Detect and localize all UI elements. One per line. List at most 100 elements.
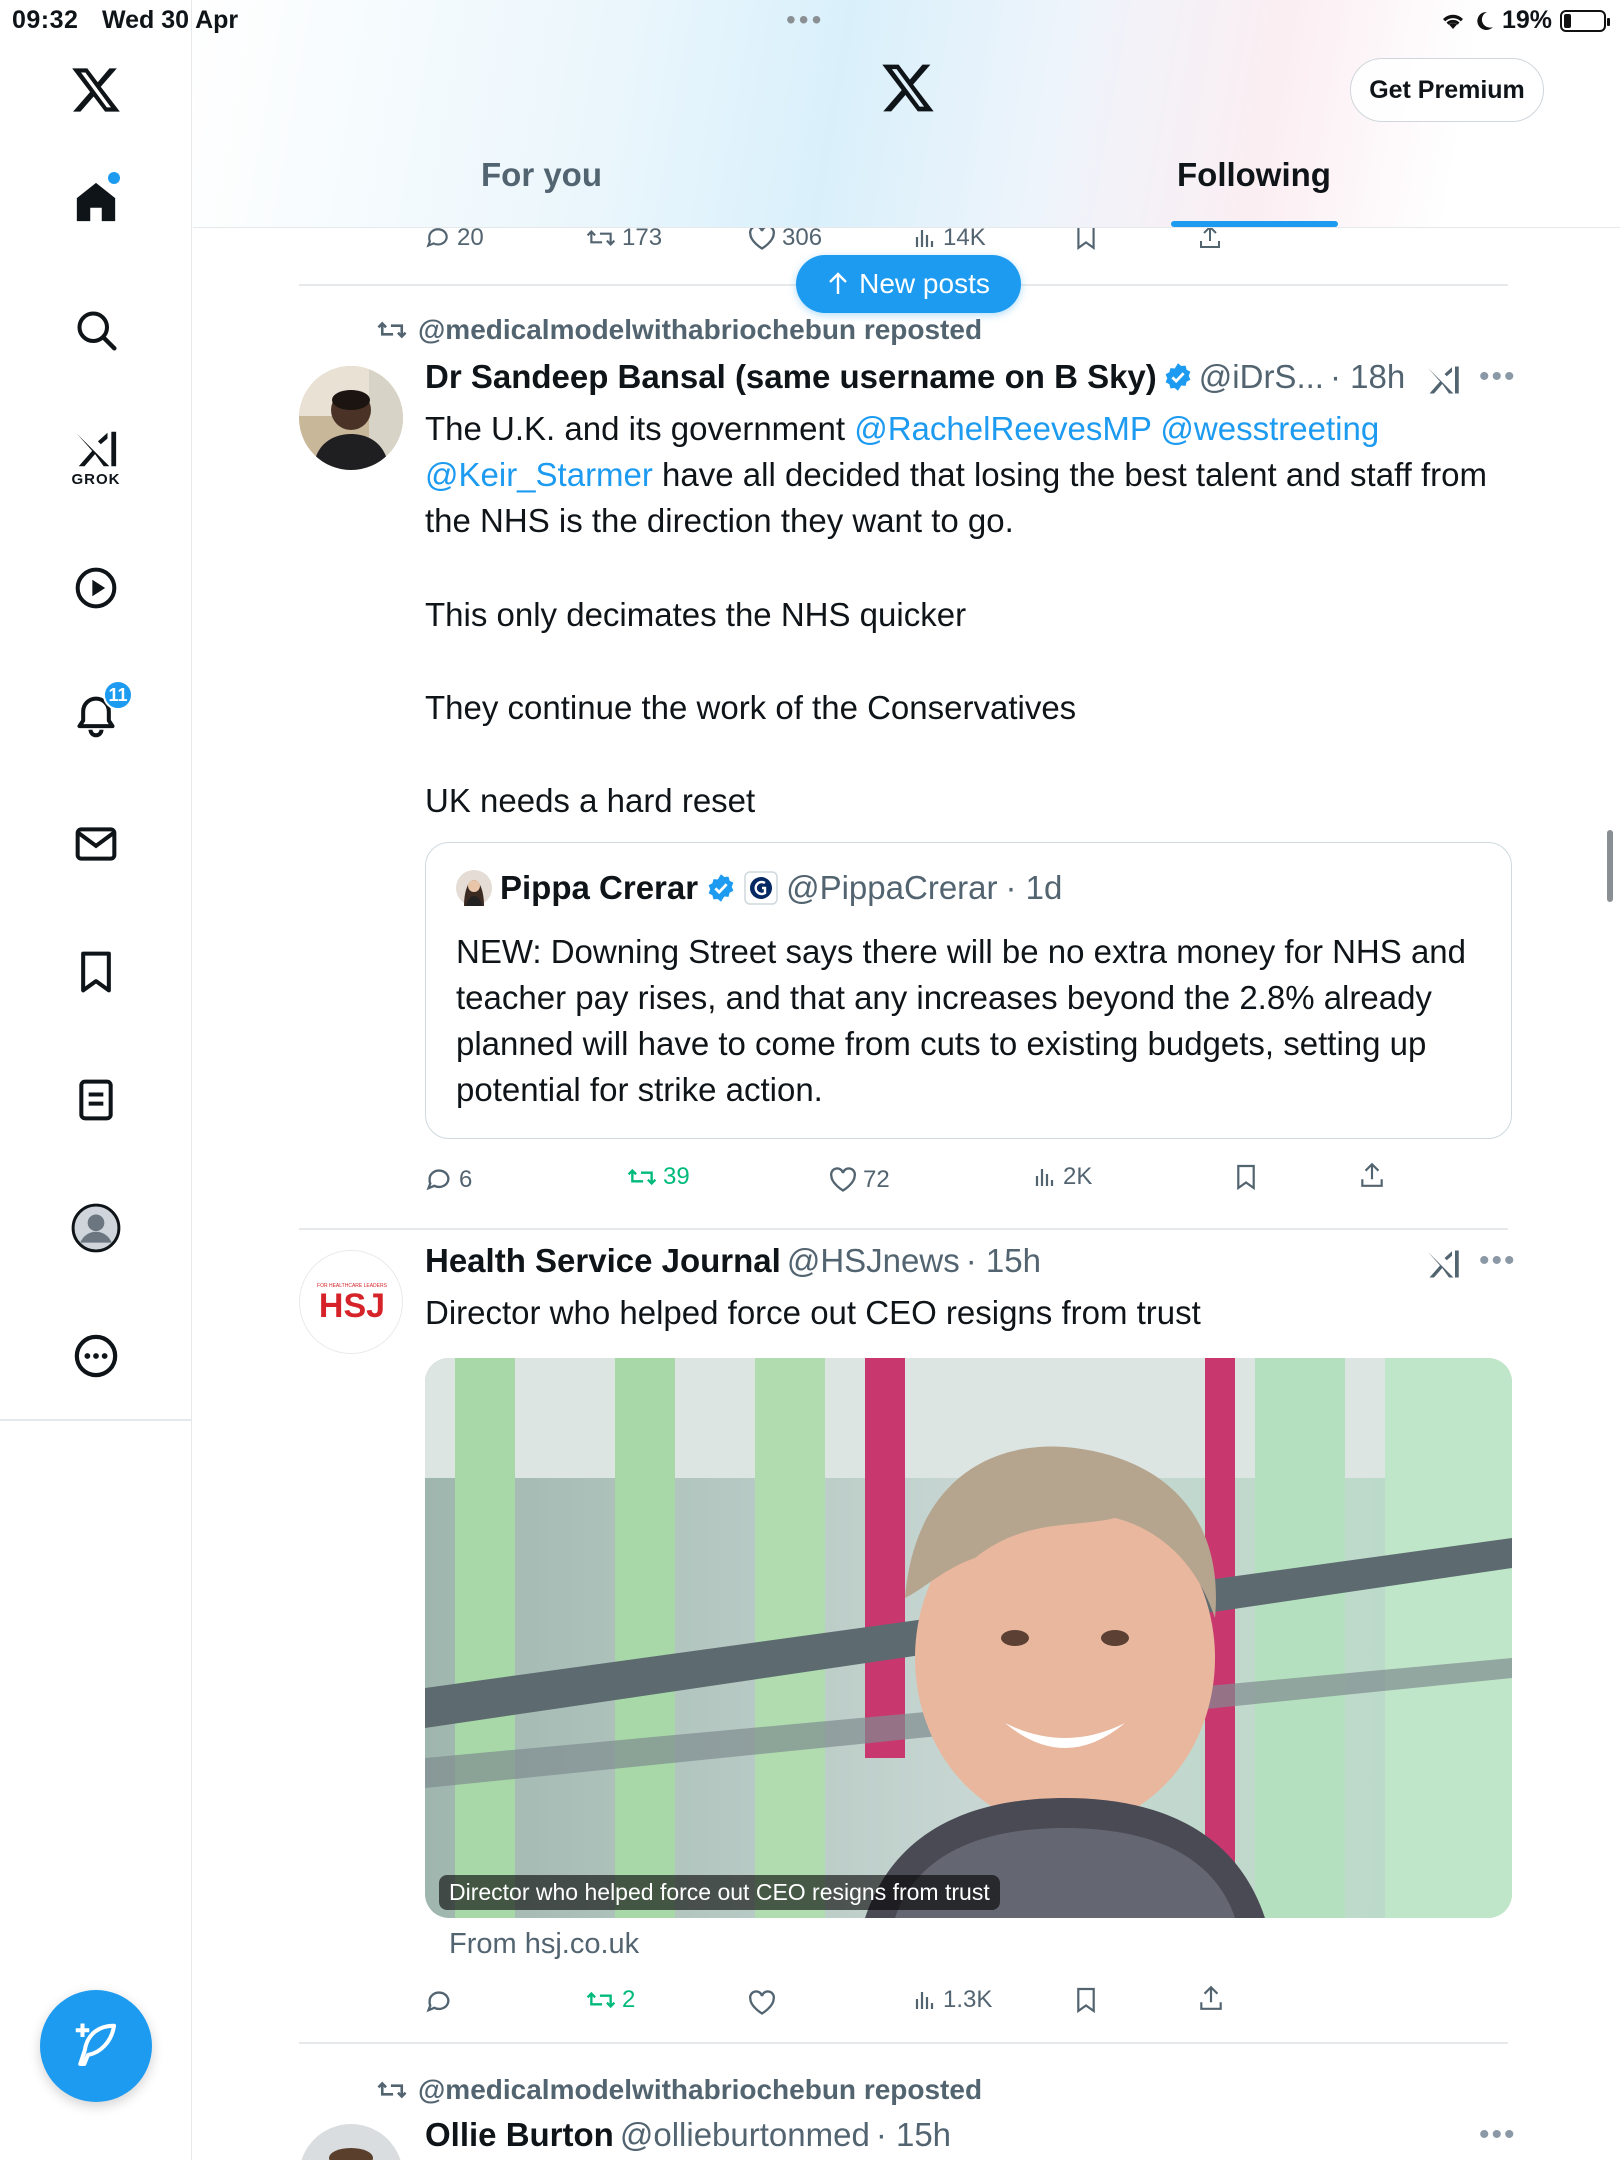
reply-icon [426, 1991, 450, 2013]
repost-count: 173 [622, 228, 663, 251]
repost-button[interactable]: 2 [586, 1986, 635, 2014]
video-icon[interactable] [56, 548, 136, 628]
post-text-part: The U.K. and its government [425, 410, 855, 447]
like-icon [749, 1990, 775, 2015]
quoted-post-time[interactable]: · 1d [1006, 869, 1063, 907]
reply-icon [426, 1169, 450, 1191]
post-time[interactable]: · 15h [966, 1242, 1041, 1280]
moon-icon [1477, 11, 1493, 30]
lists-icon[interactable] [56, 1060, 136, 1140]
compose-button[interactable] [40, 1990, 152, 2102]
avatar[interactable]: FOR HEALTHCARE LEADERS HSJ [299, 1250, 403, 1354]
views-icon [915, 230, 934, 247]
status-date: Wed 30 Apr [102, 6, 239, 34]
home-icon[interactable] [56, 162, 136, 242]
messages-icon[interactable] [56, 804, 136, 884]
quoted-post[interactable]: Pippa Crerar @PippaCrerar · 1d NEW: Down… [425, 842, 1512, 1139]
mention-link[interactable]: @RachelReevesMP [854, 410, 1151, 447]
sidebar-divider [0, 1419, 192, 1421]
quoted-author-name[interactable]: Pippa Crerar [500, 869, 698, 907]
tab-following[interactable]: Following [1177, 156, 1331, 194]
more-options-icon[interactable]: ••• [1479, 2118, 1517, 2152]
post-author-line: Dr Sandeep Bansal (same username on B Sk… [425, 358, 1405, 396]
search-icon[interactable] [56, 290, 136, 370]
link-source[interactable]: From hsj.co.uk [449, 1928, 639, 1961]
more-options-icon[interactable]: ••• [1479, 1244, 1517, 1278]
avatar[interactable] [299, 366, 403, 470]
reply-button[interactable]: 6 [425, 1166, 472, 1194]
mention-link[interactable]: @wesstreeting [1160, 410, 1379, 447]
views-button[interactable]: 14K [913, 228, 986, 252]
reposted-by-label: @medicalmodelwithabriochebun reposted [418, 314, 983, 345]
notifications-badge: 11 [103, 680, 133, 710]
reposted-by-label: @medicalmodelwithabriochebun reposted [418, 2074, 983, 2105]
reply-button[interactable] [425, 1988, 453, 2016]
bookmark-button[interactable] [1075, 1986, 1097, 2014]
views-button[interactable]: 2K [1033, 1163, 1092, 1191]
bookmark-button[interactable] [1235, 1163, 1257, 1191]
tab-for-you[interactable]: For you [481, 156, 602, 194]
scrollbar-thumb[interactable] [1607, 830, 1613, 902]
post-body: The U.K. and its government @RachelReeve… [425, 406, 1505, 544]
like-button[interactable]: 72 [829, 1166, 890, 1194]
avatar[interactable] [299, 2124, 403, 2160]
quoted-post-text: NEW: Downing Street says there will be n… [456, 933, 1466, 1108]
post-time[interactable]: · 18h [1330, 358, 1405, 396]
grok-explain-icon[interactable] [1425, 364, 1461, 401]
timeline[interactable]: 20 173 306 14K New posts @medicalmodelwi… [193, 228, 1620, 2160]
author-handle[interactable]: @ollieburtonmed [620, 2116, 870, 2154]
like-button[interactable] [748, 1990, 776, 2016]
x-logo-icon[interactable] [56, 50, 136, 130]
post-time[interactable]: · 15h [876, 2116, 951, 2154]
new-posts-label: New posts [859, 268, 990, 299]
repost-context[interactable]: @medicalmodelwithabriochebun reposted [376, 314, 982, 346]
verified-badge-icon [708, 874, 734, 902]
notifications-icon[interactable]: 11 [56, 676, 136, 756]
repost-button[interactable]: 173 [586, 228, 662, 252]
active-tab-indicator [1171, 221, 1338, 227]
quoted-author-handle[interactable]: @PippaCrerar [786, 869, 997, 907]
reply-count: 6 [459, 1166, 473, 1193]
battery-fill [1564, 13, 1571, 28]
get-premium-button[interactable]: Get Premium [1350, 58, 1544, 122]
views-count: 1.3K [943, 1986, 993, 2013]
like-count: 306 [782, 228, 823, 251]
repost-button[interactable]: 39 [627, 1163, 690, 1191]
share-button[interactable] [1198, 1984, 1224, 2012]
profile-icon[interactable] [56, 1188, 136, 1268]
reply-button[interactable]: 20 [425, 228, 484, 252]
like-button[interactable]: 306 [748, 228, 822, 252]
author-name[interactable]: Ollie Burton [425, 2116, 614, 2154]
author-handle[interactable]: @iDrS... [1199, 358, 1324, 396]
more-icon[interactable] [56, 1316, 136, 1396]
home-unread-dot [108, 172, 120, 184]
post-body: Director who helped force out CEO resign… [425, 1294, 1201, 1331]
repost-icon [377, 321, 407, 339]
author-name[interactable]: Dr Sandeep Bansal (same username on B Sk… [425, 358, 1157, 396]
link-card-image[interactable]: Director who helped force out CEO resign… [425, 1358, 1512, 1918]
grok-explain-icon[interactable] [1425, 1248, 1461, 1285]
views-button[interactable]: 1.3K [913, 1986, 992, 2014]
grok-icon[interactable]: GROK [56, 418, 136, 498]
post-paragraph: UK needs a hard reset [425, 782, 756, 819]
author-handle[interactable]: @HSJnews [787, 1242, 960, 1280]
repost-count: 39 [663, 1163, 690, 1190]
avatar[interactable] [456, 870, 492, 906]
share-button[interactable] [1198, 228, 1222, 250]
more-options-icon[interactable]: ••• [1479, 360, 1517, 394]
views-icon [1035, 1169, 1054, 1186]
x-logo-icon[interactable] [880, 62, 936, 119]
author-name[interactable]: Health Service Journal [425, 1242, 781, 1280]
sidebar: GROK 11 [0, 0, 192, 2160]
mention-link[interactable]: @Keir_Starmer [425, 456, 653, 493]
hsj-logo-text: HSJ [319, 1287, 385, 1325]
post-divider [299, 1228, 1508, 1230]
multitasking-dots-icon[interactable]: ••• [786, 4, 824, 36]
repost-context[interactable]: @medicalmodelwithabriochebun reposted [376, 2074, 982, 2106]
new-posts-button[interactable]: New posts [796, 255, 1021, 313]
bookmark-button[interactable] [1075, 228, 1097, 250]
bookmarks-icon[interactable] [56, 932, 136, 1012]
affiliate-guardian-icon [744, 871, 778, 905]
views-count: 2K [1063, 1163, 1093, 1190]
share-button[interactable] [1359, 1161, 1385, 1189]
